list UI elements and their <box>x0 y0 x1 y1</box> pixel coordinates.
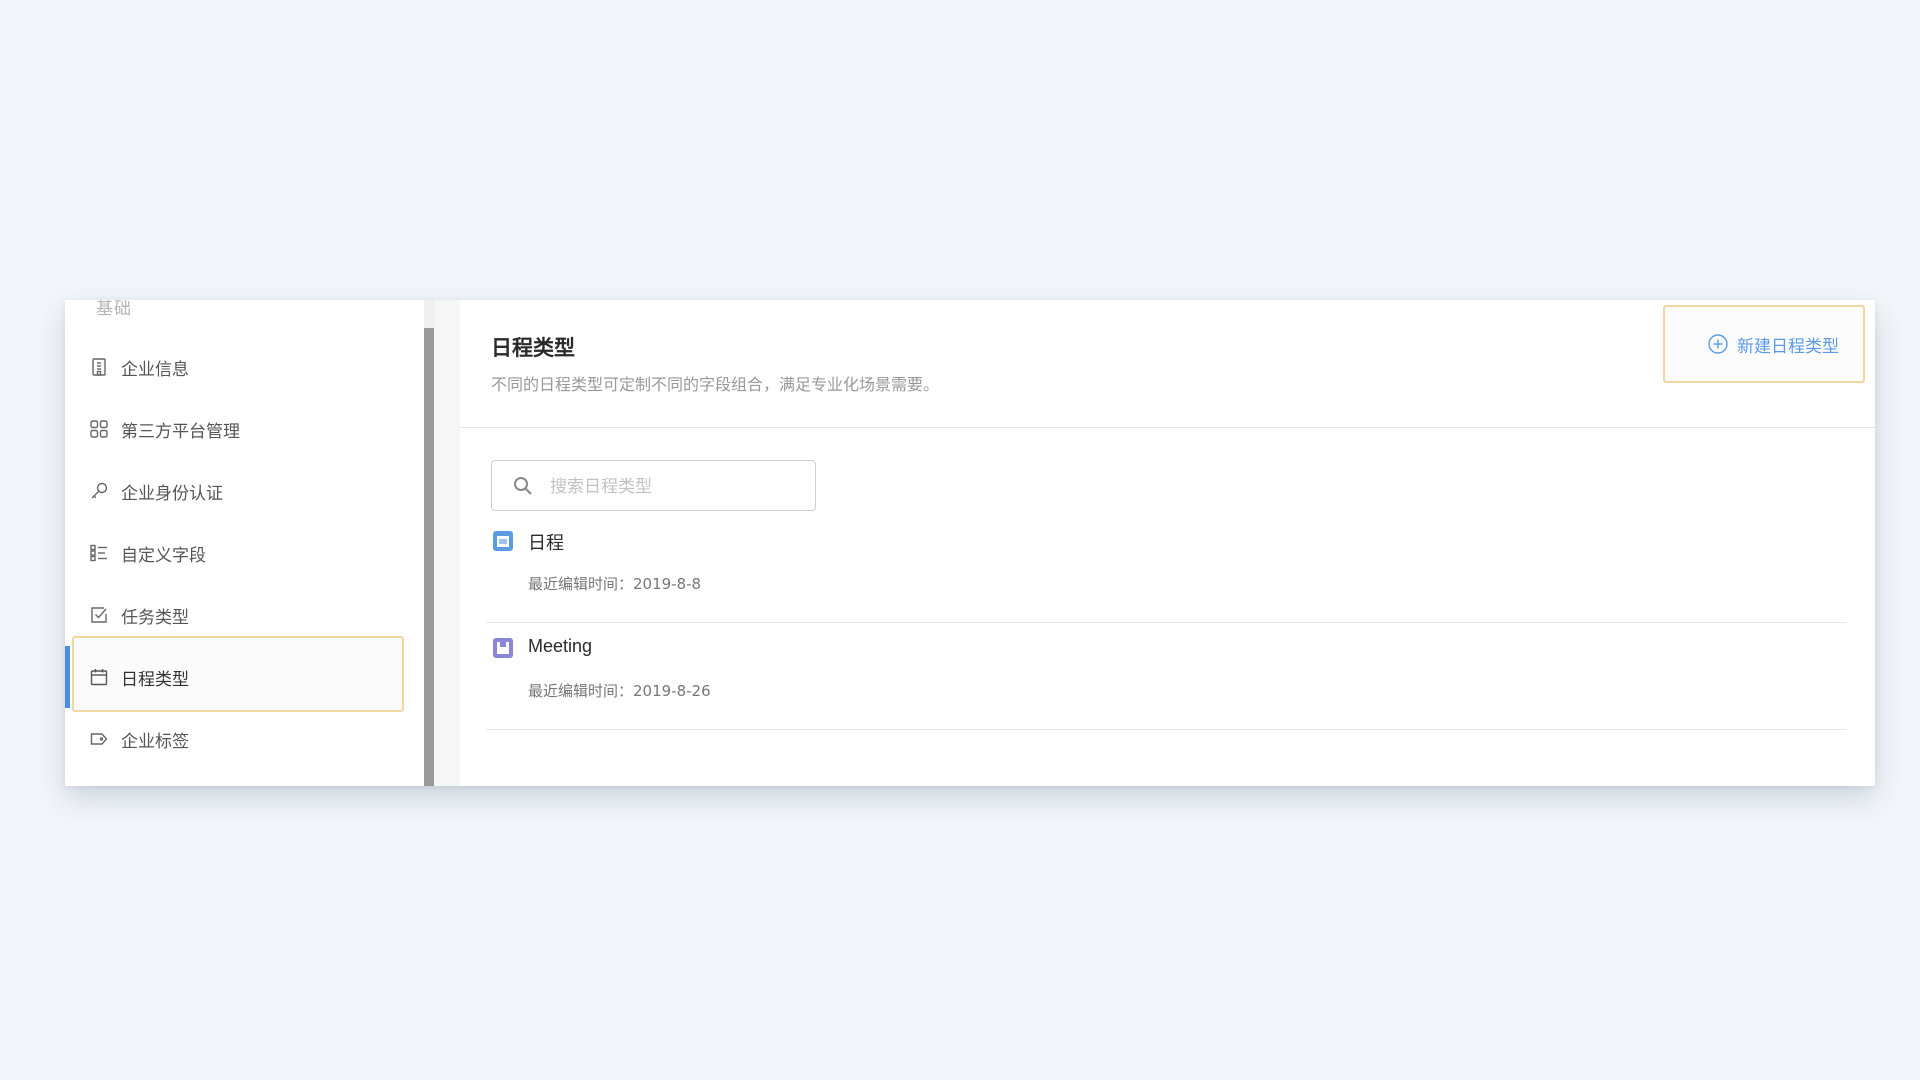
settings-window: 基础 企业信息 第三方平台管理 企业身份认证 自定义字段 任务类型 日程类型 企… <box>65 300 1875 786</box>
list-item-meta: 最近编辑时间：2019-8-8 <box>528 575 702 593</box>
active-indicator-bar <box>65 646 70 708</box>
meeting-type-icon <box>493 638 513 658</box>
new-schedule-type-button[interactable]: 新建日程类型 <box>1663 305 1865 383</box>
sidebar-item-identity-auth[interactable]: 企业身份认证 <box>65 460 424 522</box>
sidebar-item-label: 企业信息 <box>121 359 189 380</box>
sidebar-item-custom-fields[interactable]: 自定义字段 <box>65 522 424 584</box>
calendar-type-icon <box>493 531 513 551</box>
search-icon <box>514 477 532 495</box>
list-item-name: Meeting <box>528 636 593 656</box>
search-input[interactable] <box>548 471 802 503</box>
sidebar-scrollbar-thumb[interactable] <box>424 328 434 786</box>
sidebar-item-label: 日程类型 <box>121 669 189 690</box>
building-icon <box>89 357 109 377</box>
sidebar-item-label: 任务类型 <box>121 607 189 628</box>
sidebar-section-label: 基础 <box>96 300 132 319</box>
new-button-label: 新建日程类型 <box>1737 336 1839 357</box>
sidebar-item-schedule-types[interactable]: 日程类型 <box>65 636 424 712</box>
list-item-schedule[interactable]: 日程 最近编辑时间：2019-8-8 <box>486 515 1846 623</box>
header-divider <box>460 427 1875 428</box>
panel-gap <box>434 300 460 786</box>
list-item-meeting[interactable]: Meeting 最近编辑时间：2019-8-26 <box>486 622 1846 730</box>
sidebar-item-company-tags[interactable]: 企业标签 <box>65 708 424 770</box>
plus-circle-icon <box>1708 334 1728 354</box>
sidebar-item-label: 自定义字段 <box>121 545 206 566</box>
sidebar: 基础 企业信息 第三方平台管理 企业身份认证 自定义字段 任务类型 日程类型 企… <box>65 300 424 786</box>
calendar-icon <box>89 667 109 687</box>
sidebar-item-label: 企业标签 <box>121 731 189 752</box>
sidebar-item-label: 企业身份认证 <box>121 483 223 504</box>
grid-apps-icon <box>89 419 109 439</box>
list-item-meta: 最近编辑时间：2019-8-26 <box>528 682 711 700</box>
task-check-icon <box>89 605 109 625</box>
sidebar-item-company-info[interactable]: 企业信息 <box>65 336 424 398</box>
sidebar-item-third-party[interactable]: 第三方平台管理 <box>65 398 424 460</box>
field-list-icon <box>89 543 109 563</box>
main-panel: 日程类型 不同的日程类型可定制不同的字段组合，满足专业化场景需要。 新建日程类型 <box>460 300 1875 786</box>
key-icon <box>89 481 109 501</box>
tag-icon <box>89 729 109 749</box>
sidebar-item-label: 第三方平台管理 <box>121 421 240 442</box>
list-item-name: 日程 <box>528 533 564 553</box>
search-box[interactable] <box>491 460 816 511</box>
page-description: 不同的日程类型可定制不同的字段组合，满足专业化场景需要。 <box>491 375 940 394</box>
page-title: 日程类型 <box>491 336 575 360</box>
